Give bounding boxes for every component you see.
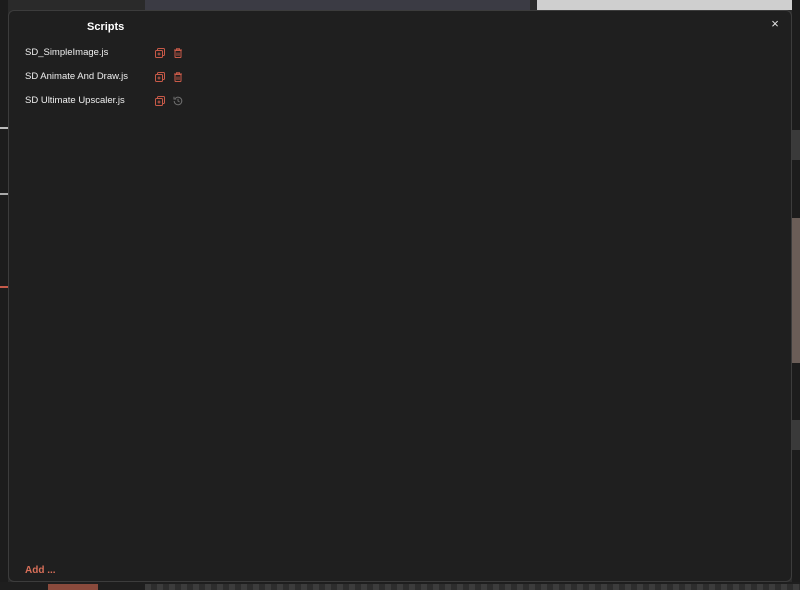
background-divider [0, 127, 8, 129]
background-left-panel [0, 0, 8, 590]
trash-icon[interactable] [172, 47, 184, 59]
script-row[interactable]: SD Animate And Draw.js [25, 69, 205, 87]
script-name[interactable]: SD Ultimate Upscaler.js [25, 95, 125, 106]
script-name[interactable]: SD_SimpleImage.js [25, 47, 108, 58]
scripts-dialog: × Scripts SD_SimpleImage.js SD Animate A… [8, 10, 792, 582]
background-divider [0, 193, 8, 195]
background-panel-box [792, 130, 800, 160]
background-toolbar [145, 0, 530, 10]
script-row[interactable]: SD_SimpleImage.js [25, 45, 205, 63]
trash-icon[interactable] [172, 71, 184, 83]
background-divider [0, 286, 8, 288]
history-icon[interactable] [172, 95, 184, 107]
background-toolbar [537, 0, 800, 10]
background-accent-strip [48, 584, 98, 590]
dialog-title: Scripts [87, 21, 125, 33]
background-image [792, 218, 800, 363]
duplicate-icon[interactable] [154, 47, 166, 59]
script-name[interactable]: SD Animate And Draw.js [25, 71, 128, 82]
script-row[interactable]: SD Ultimate Upscaler.js [25, 93, 205, 111]
duplicate-icon[interactable] [154, 95, 166, 107]
add-script-button[interactable]: Add ... [25, 565, 56, 576]
background-canvas-strip [145, 584, 800, 590]
duplicate-icon[interactable] [154, 71, 166, 83]
close-button[interactable]: × [768, 17, 782, 31]
background-panel-box [792, 420, 800, 450]
